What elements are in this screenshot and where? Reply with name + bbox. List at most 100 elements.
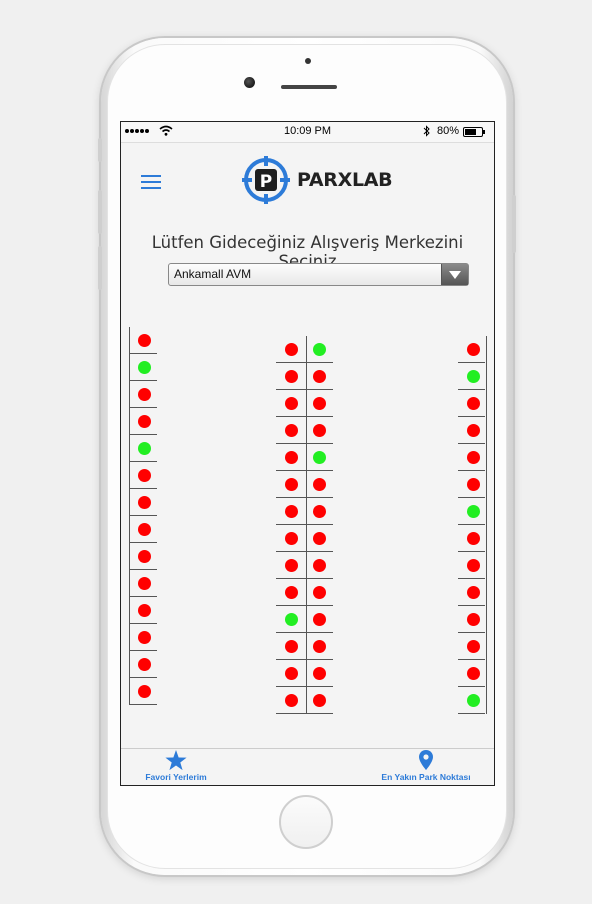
occupied-spot-indicator[interactable] [285, 478, 298, 491]
occupied-spot-indicator[interactable] [313, 694, 326, 707]
parking-spot [307, 471, 333, 498]
parking-target-icon: P [242, 156, 290, 204]
front-camera [244, 77, 255, 88]
parking-spot [130, 408, 157, 435]
free-spot-indicator[interactable] [138, 361, 151, 374]
occupied-spot-indicator[interactable] [285, 370, 298, 383]
occupied-spot-indicator[interactable] [285, 532, 298, 545]
occupied-spot-indicator[interactable] [467, 586, 480, 599]
home-button[interactable] [279, 795, 333, 849]
map-pin-icon [419, 750, 433, 770]
occupied-spot-indicator[interactable] [313, 532, 326, 545]
parking-spot [307, 525, 333, 552]
app-screen: 10:09 PM 80% P PARXLAB Lütfen Gideceğini… [120, 121, 495, 786]
occupied-spot-indicator[interactable] [285, 343, 298, 356]
parking-spot [276, 444, 306, 471]
occupied-spot-indicator[interactable] [467, 532, 480, 545]
occupied-spot-indicator[interactable] [138, 631, 151, 644]
occupied-spot-indicator[interactable] [313, 424, 326, 437]
occupied-spot-indicator[interactable] [467, 640, 480, 653]
power-button [512, 195, 516, 253]
free-spot-indicator[interactable] [313, 451, 326, 464]
occupied-spot-indicator[interactable] [285, 424, 298, 437]
hamburger-menu-icon[interactable] [141, 173, 161, 189]
occupied-spot-indicator[interactable] [313, 586, 326, 599]
parking-spot [307, 390, 333, 417]
occupied-spot-indicator[interactable] [138, 334, 151, 347]
occupied-spot-indicator[interactable] [285, 694, 298, 707]
free-spot-indicator[interactable] [467, 370, 480, 383]
parking-spot [276, 633, 306, 660]
parking-spot [130, 624, 157, 651]
occupied-spot-indicator[interactable] [285, 586, 298, 599]
star-icon [165, 750, 187, 771]
occupied-spot-indicator[interactable] [138, 550, 151, 563]
occupied-spot-indicator[interactable] [138, 685, 151, 698]
occupied-spot-indicator[interactable] [313, 667, 326, 680]
logo-text: PARXLAB [297, 169, 393, 191]
chevron-down-icon [441, 264, 468, 285]
free-spot-indicator[interactable] [467, 505, 480, 518]
parking-spot [458, 552, 485, 579]
occupied-spot-indicator[interactable] [138, 388, 151, 401]
free-spot-indicator[interactable] [313, 343, 326, 356]
battery-percent: 80% [437, 125, 460, 137]
occupied-spot-indicator[interactable] [313, 397, 326, 410]
occupied-spot-indicator[interactable] [285, 559, 298, 572]
occupied-spot-indicator[interactable] [313, 559, 326, 572]
bottom-nav: Favori Yerlerim En Yakın Park Noktası [121, 748, 494, 785]
parking-spot [130, 678, 157, 705]
occupied-spot-indicator[interactable] [467, 424, 480, 437]
free-spot-indicator[interactable] [467, 694, 480, 707]
status-bar: 10:09 PM 80% [121, 122, 494, 143]
occupied-spot-indicator[interactable] [313, 613, 326, 626]
parking-spot [130, 327, 157, 354]
parking-column-left [129, 327, 158, 705]
occupied-spot-indicator[interactable] [285, 451, 298, 464]
occupied-spot-indicator[interactable] [138, 604, 151, 617]
occupied-spot-indicator[interactable] [285, 397, 298, 410]
occupied-spot-indicator[interactable] [467, 559, 480, 572]
parking-spot [307, 498, 333, 525]
occupied-spot-indicator[interactable] [138, 658, 151, 671]
parking-spot [130, 570, 157, 597]
parking-spot [307, 660, 333, 687]
parking-spot [458, 606, 485, 633]
mall-select-dropdown[interactable]: Ankamall AVM [168, 263, 469, 286]
parking-spot [307, 579, 333, 606]
occupied-spot-indicator[interactable] [138, 415, 151, 428]
occupied-spot-indicator[interactable] [285, 640, 298, 653]
parking-spot [130, 543, 157, 570]
parking-spot [276, 336, 306, 363]
parking-spot [276, 390, 306, 417]
occupied-spot-indicator[interactable] [467, 667, 480, 680]
parking-spot [458, 336, 485, 363]
occupied-spot-indicator[interactable] [467, 397, 480, 410]
occupied-spot-indicator[interactable] [313, 505, 326, 518]
nearest-parking-tab[interactable]: En Yakın Park Noktası [371, 749, 481, 785]
occupied-spot-indicator[interactable] [138, 577, 151, 590]
occupied-spot-indicator[interactable] [467, 343, 480, 356]
occupied-spot-indicator[interactable] [467, 451, 480, 464]
occupied-spot-indicator[interactable] [467, 613, 480, 626]
occupied-spot-indicator[interactable] [313, 640, 326, 653]
occupied-spot-indicator[interactable] [138, 469, 151, 482]
occupied-spot-indicator[interactable] [285, 505, 298, 518]
parking-spot [276, 687, 306, 714]
parking-spot [307, 606, 333, 633]
parking-spot [458, 633, 485, 660]
parking-spot [458, 471, 485, 498]
occupied-spot-indicator[interactable] [467, 478, 480, 491]
occupied-spot-indicator[interactable] [285, 667, 298, 680]
occupied-spot-indicator[interactable] [313, 370, 326, 383]
favorites-tab[interactable]: Favori Yerlerim [145, 749, 207, 785]
occupied-spot-indicator[interactable] [313, 478, 326, 491]
free-spot-indicator[interactable] [138, 442, 151, 455]
battery-tip [483, 130, 485, 134]
parking-spot [276, 471, 306, 498]
parking-spot [307, 687, 333, 714]
free-spot-indicator[interactable] [285, 613, 298, 626]
parking-spot [458, 390, 485, 417]
occupied-spot-indicator[interactable] [138, 523, 151, 536]
occupied-spot-indicator[interactable] [138, 496, 151, 509]
